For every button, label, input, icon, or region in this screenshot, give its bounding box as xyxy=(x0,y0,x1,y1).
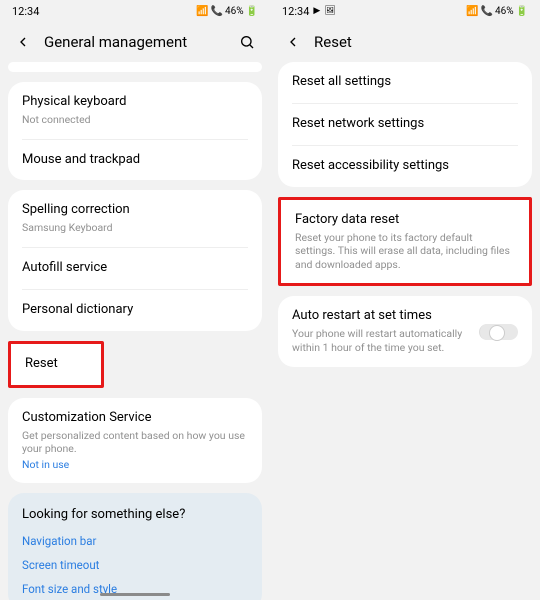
item-personal-dictionary[interactable]: Personal dictionary xyxy=(8,290,262,331)
status-bar: 12:34 ▶ 🖼 📶 📞 46% 🔋 xyxy=(270,0,540,22)
status-icons: 📶 📞 46% 🔋 xyxy=(466,6,528,17)
battery-icon: 🔋 xyxy=(246,6,258,17)
item-autofill-service[interactable]: Autofill service xyxy=(8,248,262,289)
back-icon[interactable] xyxy=(14,33,32,51)
item-label: Reset all settings xyxy=(292,74,518,91)
header: General management xyxy=(0,22,270,62)
screen-general-management: 12:34 📶 📞 46% 🔋 General management Physi… xyxy=(0,0,270,600)
item-sublabel: Your phone will restart automatically wi… xyxy=(292,327,467,354)
toggle-auto-restart[interactable] xyxy=(479,324,518,340)
page-title: Reset xyxy=(314,33,526,51)
item-label: Spelling correction xyxy=(22,202,248,219)
status-bar: 12:34 📶 📞 46% 🔋 xyxy=(0,0,270,22)
item-label: Reset accessibility settings xyxy=(292,158,518,175)
item-sublabel: Get personalized content based on how yo… xyxy=(22,429,248,456)
item-physical-keyboard[interactable]: Physical keyboard Not connected xyxy=(8,82,262,139)
item-reset-all-settings[interactable]: Reset all settings xyxy=(278,62,532,103)
item-label: Mouse and trackpad xyxy=(22,152,248,169)
card-suggestions: Looking for something else? Navigation b… xyxy=(8,493,262,600)
item-sublabel: Samsung Keyboard xyxy=(22,221,248,235)
signal-icon: 📞 xyxy=(211,6,223,17)
item-reset-accessibility-settings[interactable]: Reset accessibility settings xyxy=(278,146,532,187)
item-reset-network-settings[interactable]: Reset network settings xyxy=(278,104,532,145)
item-spelling-correction[interactable]: Spelling correction Samsung Keyboard xyxy=(8,190,262,247)
status-time: 12:34 xyxy=(12,5,39,18)
item-sublabel: Reset your phone to its factory default … xyxy=(295,231,515,272)
card-input-devices: Physical keyboard Not connected Mouse an… xyxy=(8,82,262,180)
suggestion-link-screen-timeout[interactable]: Screen timeout xyxy=(22,558,248,572)
search-icon[interactable] xyxy=(238,33,256,51)
item-label: Factory data reset xyxy=(295,212,515,229)
card-customization: Customization Service Get personalized c… xyxy=(8,398,262,483)
back-icon[interactable] xyxy=(284,33,302,51)
wifi-icon: 📶 xyxy=(466,6,478,17)
battery-icon: 🔋 xyxy=(516,6,528,17)
video-icon: ▶ xyxy=(313,6,320,16)
screen-reset: 12:34 ▶ 🖼 📶 📞 46% 🔋 Reset Reset all sett… xyxy=(270,0,540,600)
card-reset-options: Reset all settings Reset network setting… xyxy=(278,62,532,187)
item-label: Customization Service xyxy=(22,410,248,427)
card-reset: Reset xyxy=(8,341,104,388)
battery-text: 46% xyxy=(225,6,244,17)
item-status: Not in use xyxy=(22,458,248,471)
item-label: Reset xyxy=(25,356,87,373)
suggestion-link-navigation-bar[interactable]: Navigation bar xyxy=(22,534,248,548)
card-auto-restart: Auto restart at set times Your phone wil… xyxy=(278,296,532,366)
item-label: Autofill service xyxy=(22,260,248,277)
item-factory-data-reset[interactable]: Factory data reset Reset your phone to i… xyxy=(281,200,529,284)
battery-text: 46% xyxy=(495,6,514,17)
page-title: General management xyxy=(44,33,226,51)
card-factory-reset: Factory data reset Reset your phone to i… xyxy=(278,197,532,287)
item-auto-restart[interactable]: Auto restart at set times Your phone wil… xyxy=(278,296,532,366)
image-icon: 🖼 xyxy=(324,6,335,16)
item-label: Auto restart at set times xyxy=(292,308,467,325)
status-icons: 📶 📞 46% 🔋 xyxy=(196,6,258,17)
item-label: Personal dictionary xyxy=(22,302,248,319)
item-customization-service[interactable]: Customization Service Get personalized c… xyxy=(8,398,262,483)
item-label: Physical keyboard xyxy=(22,94,248,111)
card-text-input: Spelling correction Samsung Keyboard Aut… xyxy=(8,190,262,330)
home-indicator[interactable] xyxy=(100,593,170,596)
signal-icon: 📞 xyxy=(481,6,493,17)
item-label: Reset network settings xyxy=(292,116,518,133)
content-area: Physical keyboard Not connected Mouse an… xyxy=(0,62,270,600)
status-time: 12:34 xyxy=(282,5,309,18)
suggestions-heading: Looking for something else? xyxy=(22,507,248,522)
header: Reset xyxy=(270,22,540,62)
wifi-icon: 📶 xyxy=(196,6,208,17)
item-mouse-trackpad[interactable]: Mouse and trackpad xyxy=(8,140,262,181)
spacer-card xyxy=(8,62,262,72)
item-sublabel: Not connected xyxy=(22,113,248,127)
content-area: Reset all settings Reset network setting… xyxy=(270,62,540,600)
item-reset[interactable]: Reset xyxy=(11,344,101,385)
